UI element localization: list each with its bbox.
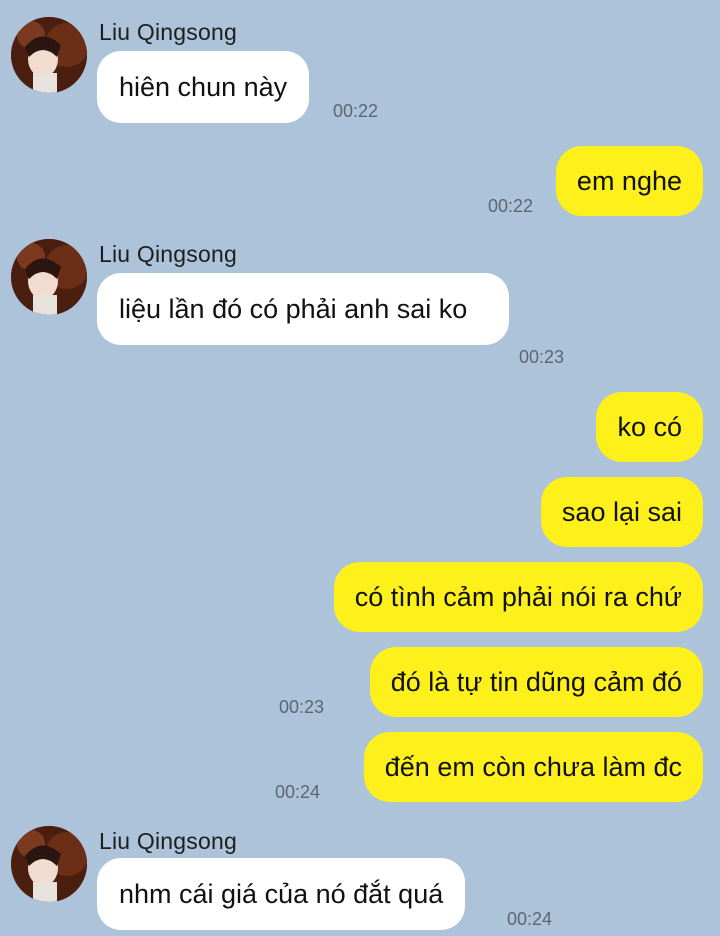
message-timestamp: 00:24 <box>507 909 553 929</box>
outgoing-message-bubble[interactable]: ko có <box>596 392 703 462</box>
outgoing-message-bubble[interactable]: đó là tự tin dũng cảm đó <box>369 647 703 717</box>
profile-avatar-icon <box>11 826 87 902</box>
profile-avatar-icon <box>11 17 87 93</box>
message-timestamp: 00:22 <box>333 101 379 121</box>
incoming-message-bubble[interactable]: hiên chun này <box>97 51 310 123</box>
incoming-message-bubble[interactable]: nhm cái giá của nó đắt quá <box>97 858 466 930</box>
message-timestamp: 00:23 <box>519 347 565 367</box>
contact-avatar[interactable] <box>11 17 87 93</box>
incoming-message-bubble[interactable]: liệu lần đó có phải anh sai ko <box>97 273 509 345</box>
profile-avatar-icon <box>11 239 87 315</box>
outgoing-message-bubble[interactable]: có tình cảm phải nói ra chứ <box>333 562 703 632</box>
sender-name: Liu Qingsong <box>99 241 237 267</box>
message-timestamp: 00:24 <box>275 782 321 802</box>
sender-name: Liu Qingsong <box>99 828 237 854</box>
contact-avatar[interactable] <box>11 239 87 315</box>
message-timestamp: 00:23 <box>279 697 325 717</box>
outgoing-message-bubble[interactable]: em nghe <box>555 146 703 216</box>
message-timestamp: 00:22 <box>488 196 534 216</box>
outgoing-message-bubble[interactable]: sao lại sai <box>540 477 703 547</box>
outgoing-message-bubble[interactable]: đến em còn chưa làm đc <box>363 732 703 802</box>
contact-avatar[interactable] <box>11 826 87 902</box>
sender-name: Liu Qingsong <box>99 19 237 45</box>
